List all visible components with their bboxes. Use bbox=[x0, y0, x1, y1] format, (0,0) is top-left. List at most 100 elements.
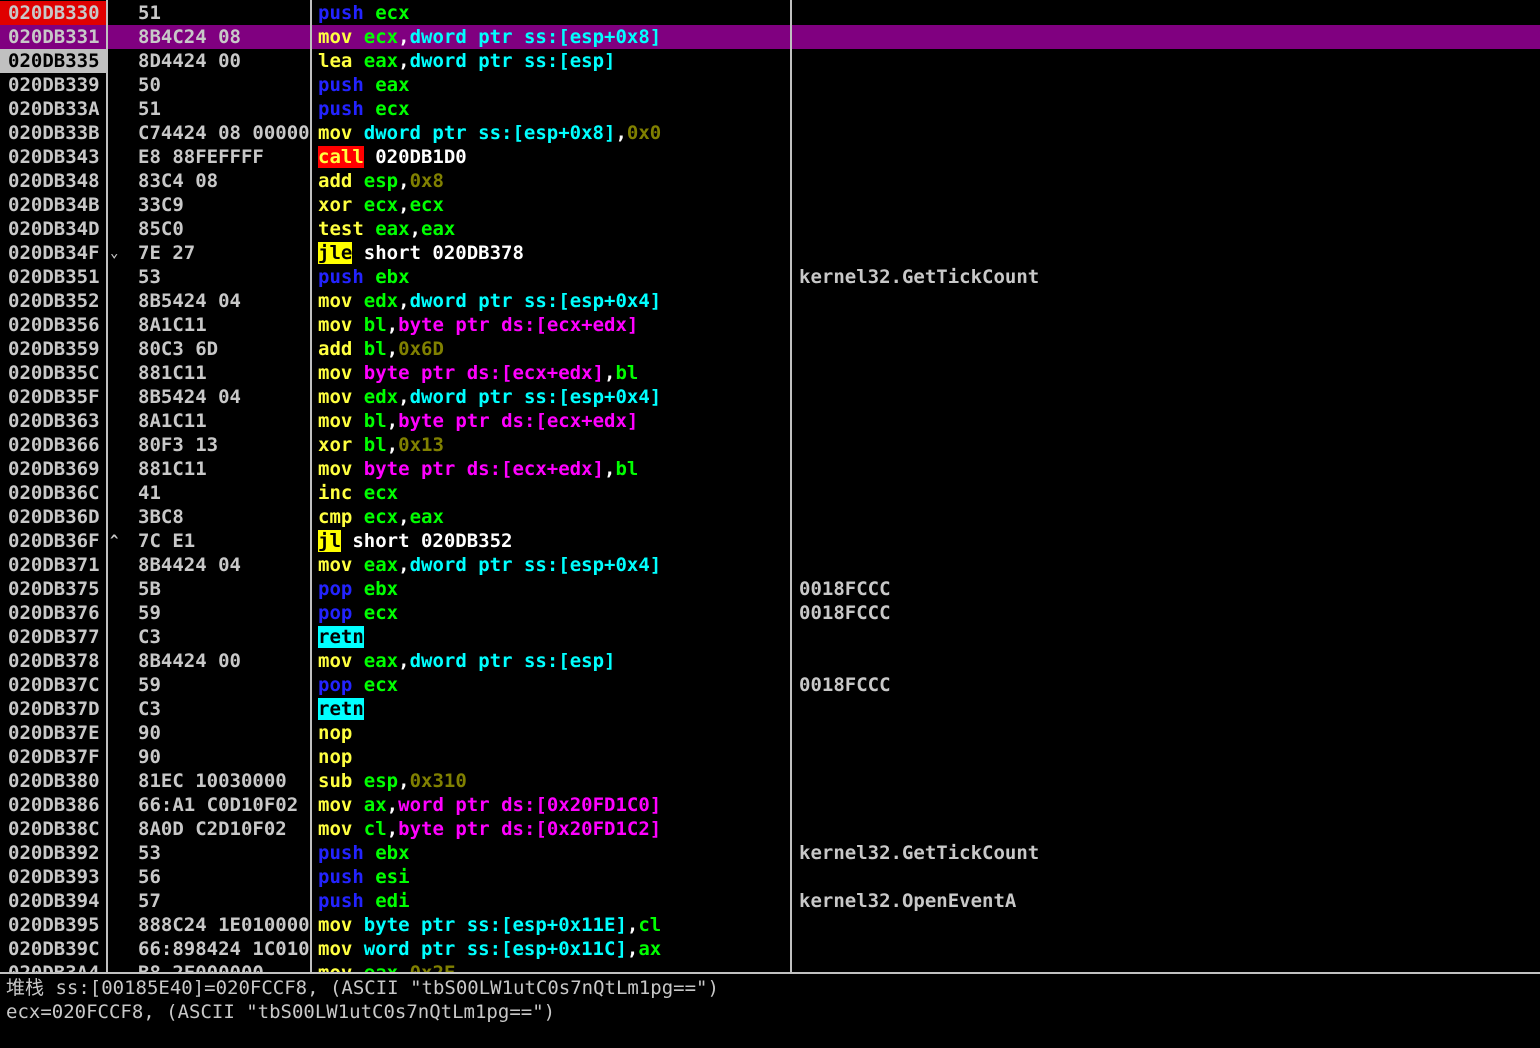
instruction-cell[interactable]: xor ecx,ecx bbox=[318, 193, 790, 217]
code-row[interactable]: 020DB331 8B4C24 08 mov ecx,dword ptr ss:[e… bbox=[0, 25, 1540, 49]
comment-cell[interactable] bbox=[799, 553, 1539, 577]
instruction-cell[interactable]: cmp ecx,eax bbox=[318, 505, 790, 529]
hex-bytes-cell[interactable]: C3 bbox=[138, 697, 310, 721]
instruction-cell[interactable]: mov bl,byte ptr ds:[ecx+edx] bbox=[318, 313, 790, 337]
instruction-cell[interactable]: xor bl,0x13 bbox=[318, 433, 790, 457]
comment-cell[interactable] bbox=[799, 193, 1539, 217]
comment-cell[interactable]: 0018FCCC bbox=[799, 673, 1539, 697]
address-cell[interactable]: 020DB36F bbox=[0, 529, 106, 553]
code-row[interactable]: 020DB335 8D4424 00 lea eax,dword ptr ss:[e… bbox=[0, 49, 1540, 73]
instruction-cell[interactable]: mov dword ptr ss:[esp+0x8],0x0 bbox=[318, 121, 790, 145]
address-cell[interactable]: 020DB37F bbox=[0, 745, 106, 769]
instruction-cell[interactable]: sub esp,0x310 bbox=[318, 769, 790, 793]
comment-cell[interactable] bbox=[799, 289, 1539, 313]
hex-bytes-cell[interactable]: 33C9 bbox=[138, 193, 310, 217]
instruction-cell[interactable]: nop bbox=[318, 745, 790, 769]
code-row[interactable]: 020DB36D 3BC8 cmp ecx,eax bbox=[0, 505, 1540, 529]
hex-bytes-cell[interactable]: 8A1C11 bbox=[138, 313, 310, 337]
code-row[interactable]: 020DB37F 90 nop bbox=[0, 745, 1540, 769]
hex-bytes-cell[interactable]: 881C11 bbox=[138, 361, 310, 385]
address-cell[interactable]: 020DB335 bbox=[0, 49, 106, 73]
hex-bytes-cell[interactable]: 51 bbox=[138, 97, 310, 121]
comment-cell[interactable] bbox=[799, 817, 1539, 841]
column-divider-address[interactable] bbox=[106, 0, 108, 972]
code-row[interactable]: 020DB366 80F3 13 xor bl,0x13 bbox=[0, 433, 1540, 457]
hex-bytes-cell[interactable]: 8A0D C2D10F02 bbox=[138, 817, 310, 841]
instruction-cell[interactable]: mov edx,dword ptr ss:[esp+0x4] bbox=[318, 385, 790, 409]
column-divider-hex[interactable] bbox=[310, 0, 312, 972]
address-cell[interactable]: 020DB356 bbox=[0, 313, 106, 337]
address-cell[interactable]: 020DB363 bbox=[0, 409, 106, 433]
address-cell[interactable]: 020DB351 bbox=[0, 265, 106, 289]
code-row[interactable]: 020DB35F 8B5424 04 mov edx,dword ptr ss:[e… bbox=[0, 385, 1540, 409]
comment-cell[interactable] bbox=[799, 313, 1539, 337]
hex-bytes-cell[interactable]: 53 bbox=[138, 841, 310, 865]
address-cell[interactable]: 020DB33A bbox=[0, 97, 106, 121]
hex-bytes-cell[interactable]: 83C4 08 bbox=[138, 169, 310, 193]
code-row[interactable]: 020DB377 C3 retn bbox=[0, 625, 1540, 649]
hex-bytes-cell[interactable]: 8B4424 04 bbox=[138, 553, 310, 577]
address-cell[interactable]: 020DB380 bbox=[0, 769, 106, 793]
hex-bytes-cell[interactable]: 50 bbox=[138, 73, 310, 97]
code-row[interactable]: 020DB352 8B5424 04 mov edx,dword ptr ss:[e… bbox=[0, 289, 1540, 313]
comment-cell[interactable] bbox=[799, 505, 1539, 529]
code-row[interactable]: 020DB392 53 push ebx kernel32.GetTickCount bbox=[0, 841, 1540, 865]
address-cell[interactable]: 020DB371 bbox=[0, 553, 106, 577]
comment-cell[interactable] bbox=[799, 361, 1539, 385]
instruction-cell[interactable]: push esi bbox=[318, 865, 790, 889]
hex-bytes-cell[interactable]: 51 bbox=[138, 1, 310, 25]
hex-bytes-cell[interactable]: 66:A1 C0D10F02 bbox=[138, 793, 310, 817]
instruction-cell[interactable]: jle short 020DB378 bbox=[318, 241, 790, 265]
address-cell[interactable]: 020DB330 bbox=[0, 1, 106, 25]
code-row[interactable]: 020DB37E 90 nop bbox=[0, 721, 1540, 745]
comment-cell[interactable] bbox=[799, 625, 1539, 649]
code-row[interactable]: 020DB369 881C11 mov byte ptr ds:[ecx+edx],… bbox=[0, 457, 1540, 481]
instruction-cell[interactable]: push edi bbox=[318, 889, 790, 913]
address-cell[interactable]: 020DB393 bbox=[0, 865, 106, 889]
address-cell[interactable]: 020DB38C bbox=[0, 817, 106, 841]
comment-cell[interactable] bbox=[799, 481, 1539, 505]
address-cell[interactable]: 020DB39C bbox=[0, 937, 106, 961]
address-cell[interactable]: 020DB37E bbox=[0, 721, 106, 745]
instruction-cell[interactable]: push ebx bbox=[318, 841, 790, 865]
address-cell[interactable]: 020DB394 bbox=[0, 889, 106, 913]
address-cell[interactable]: 020DB359 bbox=[0, 337, 106, 361]
comment-cell[interactable] bbox=[799, 217, 1539, 241]
instruction-cell[interactable]: add bl,0x6D bbox=[318, 337, 790, 361]
code-row[interactable]: 020DB36F ^ 7C E1 jl short 020DB352 bbox=[0, 529, 1540, 553]
code-row[interactable]: 020DB39C 66:898424 1C010 mov word ptr ss:[… bbox=[0, 937, 1540, 961]
hex-bytes-cell[interactable]: B8 2F000000 bbox=[138, 961, 310, 972]
hex-bytes-cell[interactable]: E8 88FEFFFF bbox=[138, 145, 310, 169]
address-cell[interactable]: 020DB37C bbox=[0, 673, 106, 697]
address-cell[interactable]: 020DB343 bbox=[0, 145, 106, 169]
hex-bytes-cell[interactable]: 5B bbox=[138, 577, 310, 601]
hex-bytes-cell[interactable]: 3BC8 bbox=[138, 505, 310, 529]
comment-cell[interactable] bbox=[799, 865, 1539, 889]
instruction-cell[interactable]: push ebx bbox=[318, 265, 790, 289]
code-row[interactable]: 020DB363 8A1C11 mov bl,byte ptr ds:[ecx+ed… bbox=[0, 409, 1540, 433]
instruction-cell[interactable]: test eax,eax bbox=[318, 217, 790, 241]
code-row[interactable]: 020DB36C 41 inc ecx bbox=[0, 481, 1540, 505]
comment-cell[interactable] bbox=[799, 241, 1539, 265]
code-row[interactable]: 020DB375 5B pop ebx 0018FCCC bbox=[0, 577, 1540, 601]
hex-bytes-cell[interactable]: 56 bbox=[138, 865, 310, 889]
code-row[interactable]: 020DB37D C3 retn bbox=[0, 697, 1540, 721]
hex-bytes-cell[interactable]: 59 bbox=[138, 673, 310, 697]
disassembly-pane[interactable]: 020DB3A4B8 2F000000mov eax,0x2F020DB39C6… bbox=[0, 0, 1540, 972]
instruction-cell[interactable]: mov eax,dword ptr ss:[esp] bbox=[318, 649, 790, 673]
hex-bytes-cell[interactable]: 66:898424 1C010 bbox=[138, 937, 310, 961]
address-cell[interactable]: 020DB36D bbox=[0, 505, 106, 529]
instruction-cell[interactable]: inc ecx bbox=[318, 481, 790, 505]
hex-bytes-cell[interactable]: 8B4C24 08 bbox=[138, 25, 310, 49]
address-cell[interactable]: 020DB395 bbox=[0, 913, 106, 937]
hex-bytes-cell[interactable]: 80C3 6D bbox=[138, 337, 310, 361]
comment-cell[interactable] bbox=[799, 913, 1539, 937]
address-cell[interactable]: 020DB375 bbox=[0, 577, 106, 601]
hex-bytes-cell[interactable]: 8B5424 04 bbox=[138, 385, 310, 409]
comment-cell[interactable] bbox=[799, 529, 1539, 553]
address-cell[interactable]: 020DB352 bbox=[0, 289, 106, 313]
hex-bytes-cell[interactable]: 8B5424 04 bbox=[138, 289, 310, 313]
comment-cell[interactable] bbox=[799, 385, 1539, 409]
code-row[interactable]: 020DB380 81EC 10030000 sub esp,0x310 bbox=[0, 769, 1540, 793]
address-cell[interactable]: 020DB33B bbox=[0, 121, 106, 145]
